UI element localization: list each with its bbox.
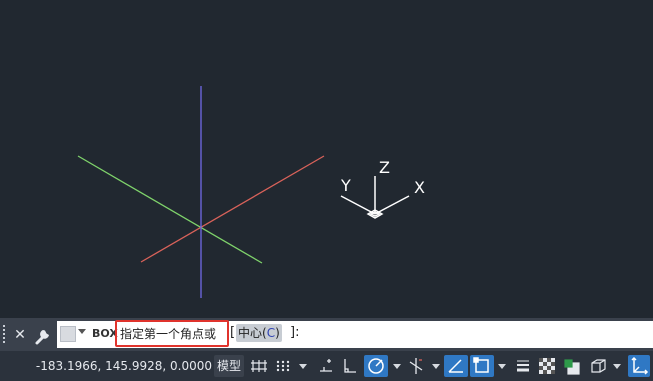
lineweight-icon[interactable] <box>514 355 532 377</box>
option-label: 中心( <box>238 326 267 340</box>
chevron-down-icon[interactable] <box>299 364 307 369</box>
chevron-down-icon[interactable] <box>432 364 440 369</box>
option-close: ) <box>275 326 280 340</box>
model-space-button[interactable]: 模型 <box>214 355 244 377</box>
drawing-viewport[interactable]: Z Y X <box>0 0 653 318</box>
drag-grip-icon[interactable] <box>3 325 9 344</box>
dynamic-ucs-icon[interactable] <box>628 355 650 377</box>
option-key: C <box>266 326 276 340</box>
infer-icon[interactable] <box>317 355 335 377</box>
close-icon[interactable]: ✕ <box>12 326 28 344</box>
ortho-icon[interactable] <box>341 355 359 377</box>
ucs-z-label: Z <box>379 158 390 177</box>
option-bracket-close: ]: <box>290 325 300 340</box>
chevron-down-icon[interactable] <box>613 364 621 369</box>
box-command-icon[interactable] <box>60 326 76 342</box>
command-name: BOX <box>92 327 118 340</box>
chevron-down-icon[interactable] <box>393 364 401 369</box>
selection-cycling-icon[interactable] <box>562 355 582 377</box>
option-center-button[interactable]: 中心(C) <box>236 324 282 342</box>
grid-icon[interactable] <box>250 355 268 377</box>
command-prompt-highlight: 指定第一个角点或 <box>115 320 229 347</box>
wrench-icon[interactable] <box>33 324 53 346</box>
snap-grid-icon[interactable] <box>274 355 292 377</box>
coordinate-readout[interactable]: -183.1966, 145.9928, 0.0000 <box>34 351 212 381</box>
ucs-y-label: Y <box>340 176 351 195</box>
transparency-icon[interactable] <box>537 355 557 377</box>
chevron-down-icon[interactable] <box>498 364 506 369</box>
option-bracket-open: [ <box>230 325 236 340</box>
object-snap-tracking-icon[interactable] <box>444 355 468 377</box>
3d-object-snap-icon[interactable] <box>588 355 608 377</box>
ucs-icon[interactable] <box>340 176 410 219</box>
ucs-x-label: X <box>414 178 425 197</box>
object-snap-icon[interactable] <box>470 355 494 377</box>
y-axis-line <box>77 155 263 264</box>
polar-tracking-icon[interactable] <box>364 355 388 377</box>
isodraft-icon[interactable] <box>407 355 425 377</box>
chevron-down-icon[interactable] <box>78 329 86 334</box>
command-prompt-text: 指定第一个角点或 <box>120 327 217 341</box>
